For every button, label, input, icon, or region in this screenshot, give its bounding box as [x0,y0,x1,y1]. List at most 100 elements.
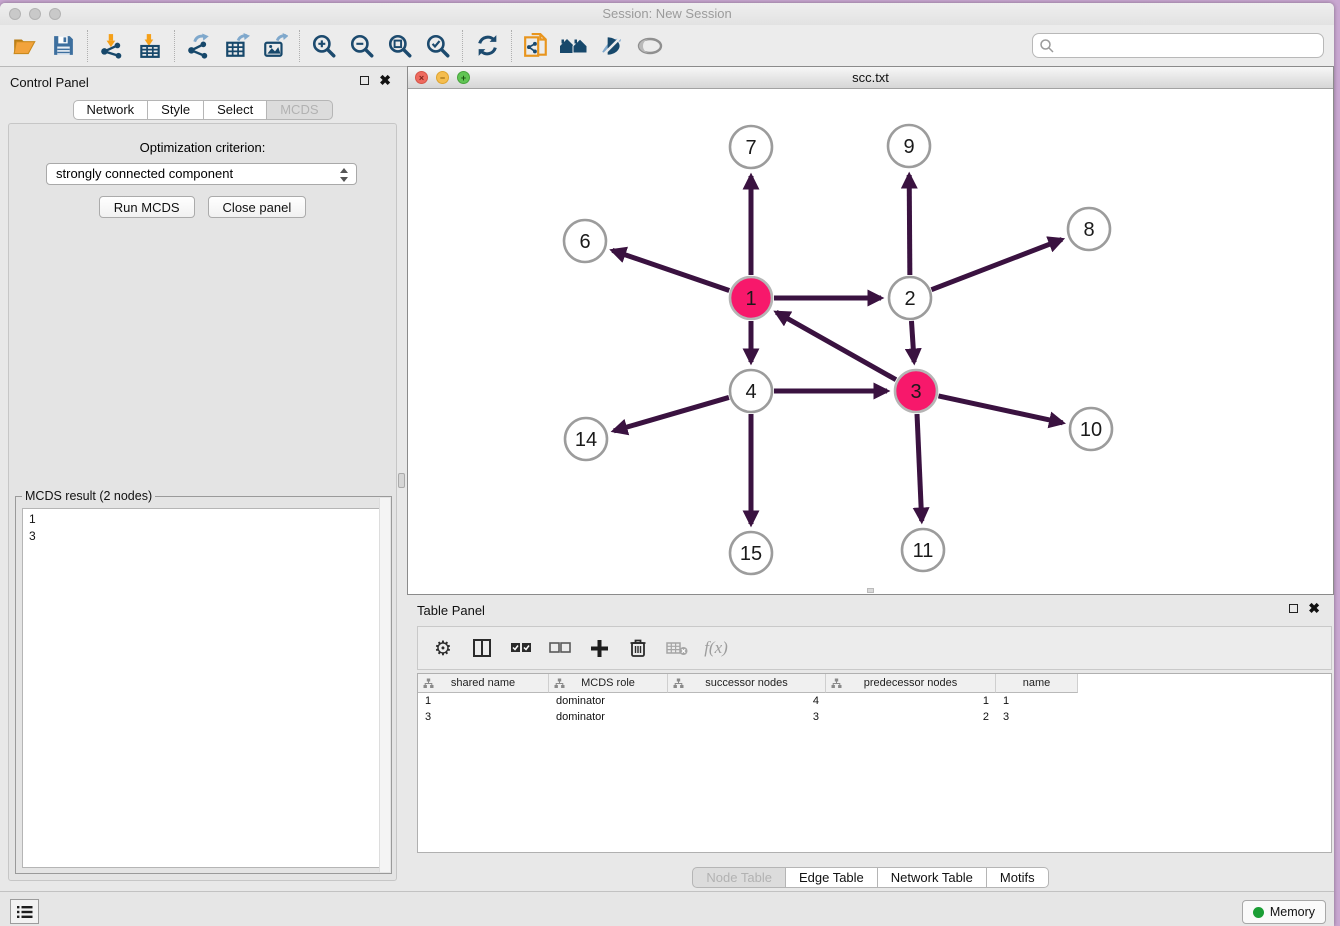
memory-button[interactable]: Memory [1242,900,1326,924]
search-input[interactable] [1055,38,1323,53]
deselect-all-button[interactable] [545,632,575,664]
tab-mcds[interactable]: MCDS [267,100,332,120]
table-cell[interactable]: 1 [418,693,549,709]
optimization-criterion-label: Optimization criterion: [9,140,396,155]
graph-edge-3-10[interactable] [938,396,1062,423]
import-network-button[interactable] [93,28,131,64]
graph-node-4[interactable]: 4 [730,370,772,412]
zoom-in-button[interactable] [305,28,343,64]
network-window-title: scc.txt [408,70,1333,85]
save-session-button[interactable] [44,28,82,64]
criterion-dropdown[interactable]: strongly connected component [46,163,357,185]
network-resize-grip[interactable] [867,588,874,593]
select-all-button[interactable] [506,632,536,664]
show-columns-button[interactable] [467,632,497,664]
delete-column-button[interactable] [623,632,653,664]
deselect-all-icon [549,641,571,655]
result-scrollbar[interactable] [379,498,390,872]
task-history-button[interactable] [10,899,39,924]
graph-node-8[interactable]: 8 [1068,208,1110,250]
float-panel-icon[interactable] [360,76,369,85]
node-table[interactable]: shared nameMCDS rolesuccessor nodesprede… [417,673,1332,853]
table-panel: Table Panel ✖ ⚙ [407,595,1334,891]
tab-style[interactable]: Style [148,100,204,120]
mcds-result-title: MCDS result (2 nodes) [22,489,155,503]
network-window-titlebar[interactable]: × − + scc.txt [408,67,1333,89]
column-header-shared-name[interactable]: shared name [418,674,549,693]
column-header-successor-nodes[interactable]: successor nodes [668,674,826,693]
search-field[interactable] [1032,33,1324,58]
table-cell[interactable]: dominator [549,709,668,725]
graph-edge-3-11[interactable] [917,414,922,521]
table-cell[interactable]: 4 [668,693,826,709]
graph-node-14[interactable]: 14 [565,418,607,460]
graph-edge-2-8[interactable] [931,239,1061,289]
table-settings-button[interactable]: ⚙ [428,632,458,664]
graph-node-9[interactable]: 9 [888,125,930,167]
run-mcds-button[interactable]: Run MCDS [99,196,195,218]
table-cell[interactable]: 3 [418,709,549,725]
close-panel-icon[interactable]: ✖ [379,75,391,85]
graph-node-1[interactable]: 1 [730,277,772,319]
svg-text:8: 8 [1083,219,1094,241]
float-table-panel-icon[interactable] [1289,604,1298,613]
apply-function-button: f(x) [701,632,731,664]
graph-node-3[interactable]: 3 [895,370,937,412]
export-table-button[interactable] [218,28,256,64]
shared-column-icon [831,678,842,689]
close-panel-button[interactable]: Close panel [208,196,307,218]
column-header-predecessor-nodes[interactable]: predecessor nodes [826,674,996,693]
zoom-fit-button[interactable] [381,28,419,64]
graph-node-2[interactable]: 2 [889,277,931,319]
export-network-button[interactable] [180,28,218,64]
clone-network-button[interactable] [517,28,555,64]
mcds-result-text[interactable]: 1 3 [22,508,384,868]
close-table-panel-icon[interactable]: ✖ [1308,603,1320,613]
list-icon [16,904,34,920]
tab-select[interactable]: Select [204,100,267,120]
export-image-button[interactable] [256,28,294,64]
table-cell[interactable]: 3 [996,709,1078,725]
graph-edge-3-1[interactable] [776,312,896,379]
graph-node-15[interactable]: 15 [730,532,772,574]
tab-node-table[interactable]: Node Table [692,867,786,888]
table-row[interactable]: 3dominator323 [418,709,1331,725]
table-cell[interactable]: 2 [826,709,996,725]
graph-node-6[interactable]: 6 [564,220,606,262]
home-layout-icon [559,34,589,58]
import-table-button[interactable] [131,28,169,64]
graph-edge-2-3[interactable] [911,321,914,362]
table-cell[interactable]: 1 [826,693,996,709]
graph-node-11[interactable]: 11 [902,529,944,571]
graph-edge-1-6[interactable] [612,250,729,290]
graph-node-7[interactable]: 7 [730,126,772,168]
graphics-details-icon [599,33,625,59]
tab-motifs[interactable]: Motifs [987,867,1049,888]
apply-layout-button[interactable] [555,28,593,64]
tab-network[interactable]: Network [72,100,148,120]
open-session-button[interactable] [6,28,44,64]
network-graph-canvas[interactable]: 7 9 6 8 1 2 4 3 14 10 15 11 [408,89,1333,594]
table-cell[interactable]: 3 [668,709,826,725]
panel-divider-grip[interactable] [398,473,405,488]
graph-edge-4-14[interactable] [614,397,729,430]
column-header-name[interactable]: name [996,674,1078,693]
column-header-MCDS-role[interactable]: MCDS role [549,674,668,693]
svg-text:11: 11 [913,540,934,562]
add-column-button[interactable] [584,632,614,664]
zoom-out-icon [349,33,375,59]
zoom-selected-button[interactable] [419,28,457,64]
zoom-out-button[interactable] [343,28,381,64]
tab-edge-table[interactable]: Edge Table [786,867,878,888]
tab-network-table[interactable]: Network Table [878,867,987,888]
refresh-view-button[interactable] [468,28,506,64]
graph-edge-2-9[interactable] [909,175,910,275]
toolbar-separator [462,30,463,62]
graphics-details-button[interactable] [593,28,631,64]
table-cell[interactable]: 1 [996,693,1078,709]
table-tabs: Node Table Edge Table Network Table Moti… [407,867,1334,888]
table-cell[interactable]: dominator [549,693,668,709]
show-hide-eye-button[interactable] [631,28,669,64]
table-row[interactable]: 1dominator411 [418,693,1331,709]
graph-node-10[interactable]: 10 [1070,408,1112,450]
